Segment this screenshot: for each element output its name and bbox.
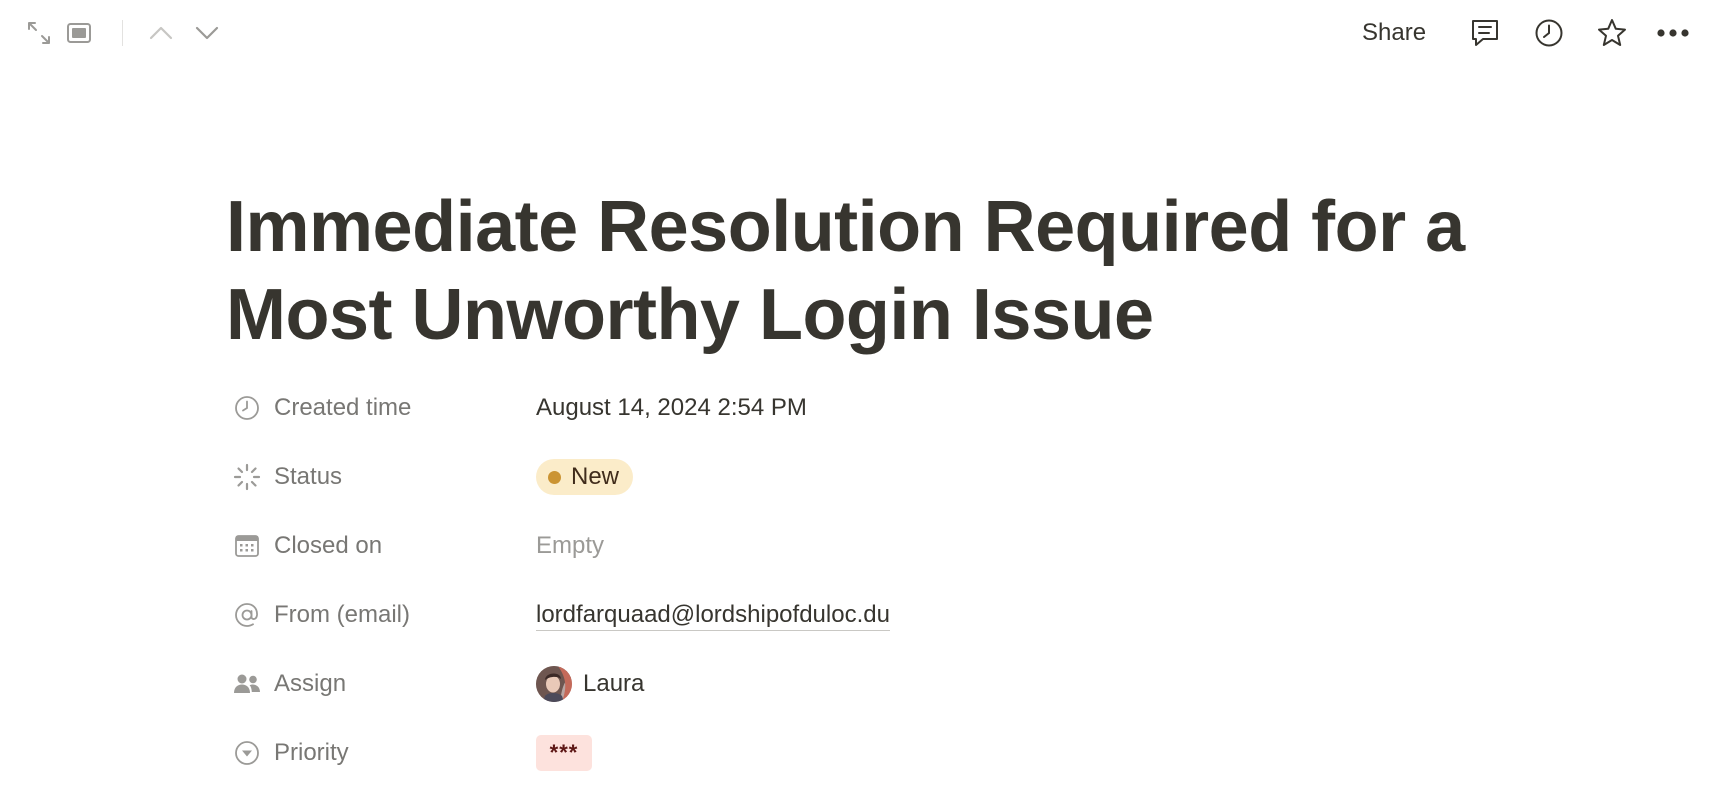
property-label: From (email) bbox=[274, 601, 410, 628]
property-label: Status bbox=[274, 463, 343, 490]
priority-value[interactable]: *** bbox=[536, 731, 592, 775]
status-value[interactable]: New bbox=[536, 455, 634, 499]
property-key[interactable]: Assign bbox=[232, 662, 522, 706]
closed-on-value[interactable]: Empty bbox=[536, 524, 604, 568]
property-from-email: From (email) lordfarquaad@lordshipofdulo… bbox=[232, 593, 1432, 662]
toolbar-divider bbox=[122, 20, 123, 46]
property-key[interactable]: Status bbox=[232, 455, 522, 499]
property-closed-on: Closed on Empty bbox=[232, 524, 1432, 593]
property-label: Assign bbox=[274, 670, 347, 697]
property-key[interactable]: Closed on bbox=[232, 524, 522, 568]
people-icon bbox=[232, 669, 262, 699]
peek-mode-icon[interactable] bbox=[62, 16, 96, 50]
assignee-value[interactable]: Laura bbox=[536, 662, 644, 706]
property-key[interactable]: Created time bbox=[232, 386, 522, 430]
top-bar: Share bbox=[0, 0, 1718, 68]
property-label: Priority bbox=[274, 739, 349, 766]
property-key[interactable]: Priority bbox=[232, 731, 522, 775]
chevron-down-icon[interactable] bbox=[190, 16, 224, 50]
property-assign: Assign Laura bbox=[232, 662, 1432, 731]
page-title[interactable]: Immediate Resolution Required for a Most… bbox=[226, 183, 1546, 359]
property-label: Closed on bbox=[274, 532, 383, 559]
status-dot bbox=[548, 470, 561, 484]
at-sign-icon bbox=[232, 600, 262, 630]
property-label: Created time bbox=[274, 394, 412, 421]
star-icon[interactable] bbox=[1595, 16, 1629, 50]
comment-icon[interactable] bbox=[1468, 16, 1502, 50]
email-value[interactable]: lordfarquaad@lordshipofduloc.du bbox=[536, 593, 890, 637]
property-key[interactable]: From (email) bbox=[232, 593, 522, 637]
avatar bbox=[536, 666, 572, 702]
status-label: New bbox=[571, 463, 620, 490]
property-status: Status New bbox=[232, 455, 1432, 524]
priority-pill[interactable]: *** bbox=[536, 735, 592, 771]
more-icon[interactable] bbox=[1656, 16, 1690, 50]
select-arrow-icon bbox=[232, 738, 262, 768]
status-spinner-icon bbox=[232, 462, 262, 492]
chevron-up-icon[interactable] bbox=[144, 16, 178, 50]
history-icon[interactable] bbox=[1532, 16, 1566, 50]
assignee-name: Laura bbox=[583, 670, 645, 697]
property-priority: Priority *** bbox=[232, 731, 1432, 800]
created-time-value: August 14, 2024 2:54 PM bbox=[536, 394, 807, 421]
calendar-icon bbox=[232, 531, 262, 561]
share-button[interactable]: Share bbox=[1362, 17, 1426, 49]
email-link[interactable]: lordfarquaad@lordshipofduloc.du bbox=[536, 600, 890, 631]
property-created-time: Created time August 14, 2024 2:54 PM bbox=[232, 386, 1432, 455]
expand-icon[interactable] bbox=[22, 16, 56, 50]
properties-list: Created time August 14, 2024 2:54 PM Sta… bbox=[232, 386, 1432, 800]
clock-icon bbox=[232, 393, 262, 423]
status-pill[interactable]: New bbox=[536, 459, 634, 495]
